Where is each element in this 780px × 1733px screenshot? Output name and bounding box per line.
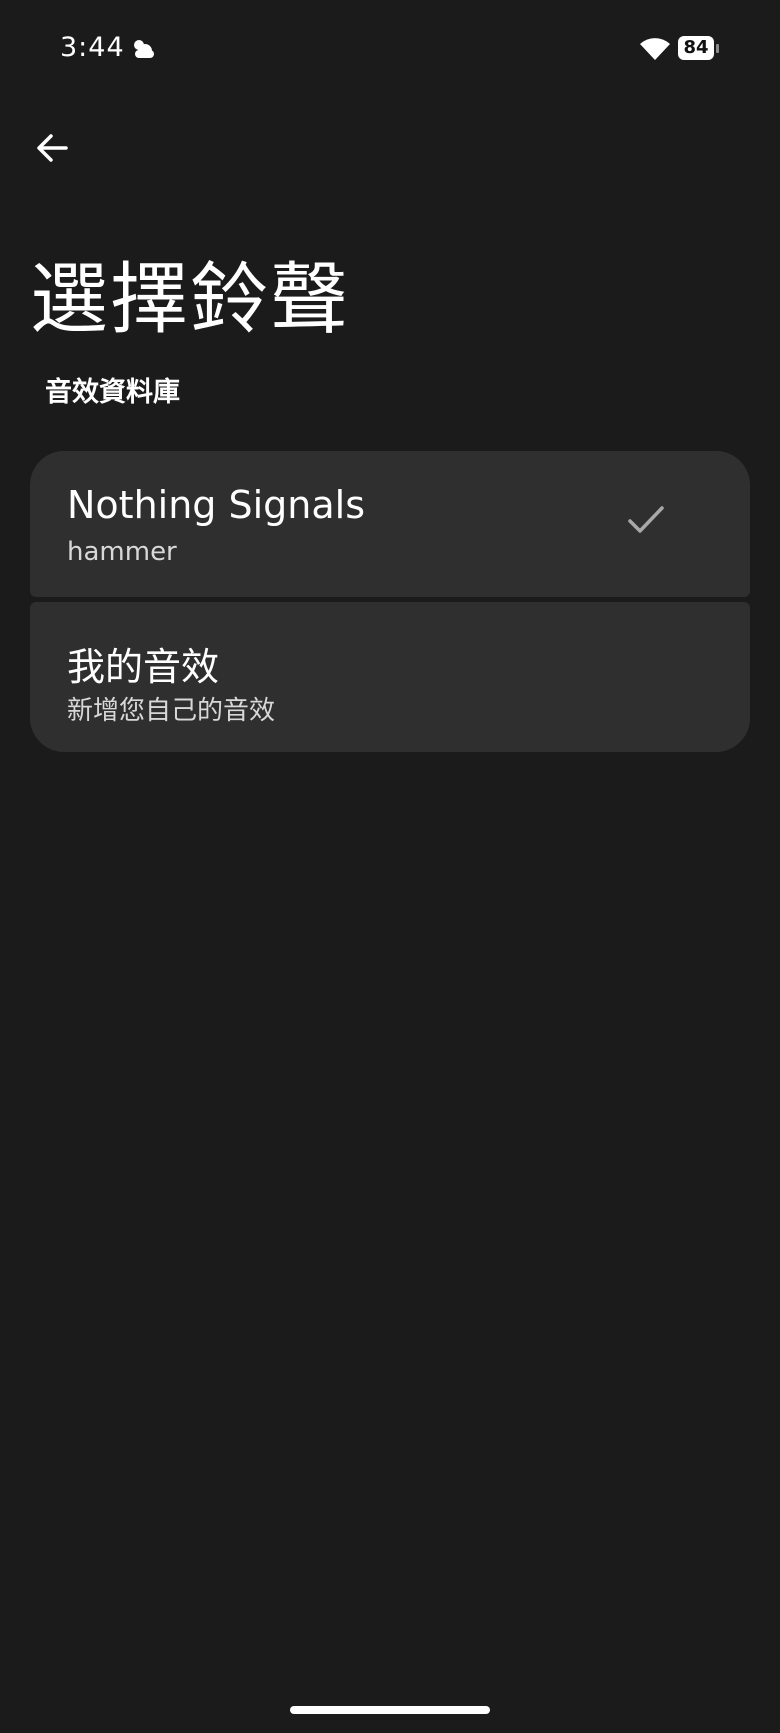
- section-header: 音效資料庫: [45, 377, 180, 408]
- status-bar: 3:44 84: [0, 0, 780, 100]
- ringtone-option-my-sounds[interactable]: 我的音效 新增您自己的音效: [30, 602, 750, 752]
- option-subtitle: 新增您自己的音效: [67, 696, 276, 726]
- option-title: Nothing Signals: [67, 483, 366, 527]
- checkmark-icon: [628, 506, 664, 533]
- option-title: 我的音效: [67, 645, 220, 689]
- wifi-icon: [640, 38, 670, 60]
- ringtone-option-nothing-signals[interactable]: Nothing Signals hammer: [30, 451, 750, 597]
- battery-tip: [716, 44, 719, 53]
- page-title: 選擇鈴聲: [30, 255, 351, 346]
- battery-icon: 84: [678, 36, 720, 64]
- arrow-left-icon: [37, 134, 68, 162]
- weather-cloud-icon: [134, 40, 154, 58]
- back-button[interactable]: [28, 124, 76, 172]
- home-indicator[interactable]: [290, 1706, 490, 1714]
- battery-level: 84: [678, 36, 714, 60]
- option-subtitle: hammer: [67, 537, 177, 567]
- status-time: 3:44: [60, 32, 125, 63]
